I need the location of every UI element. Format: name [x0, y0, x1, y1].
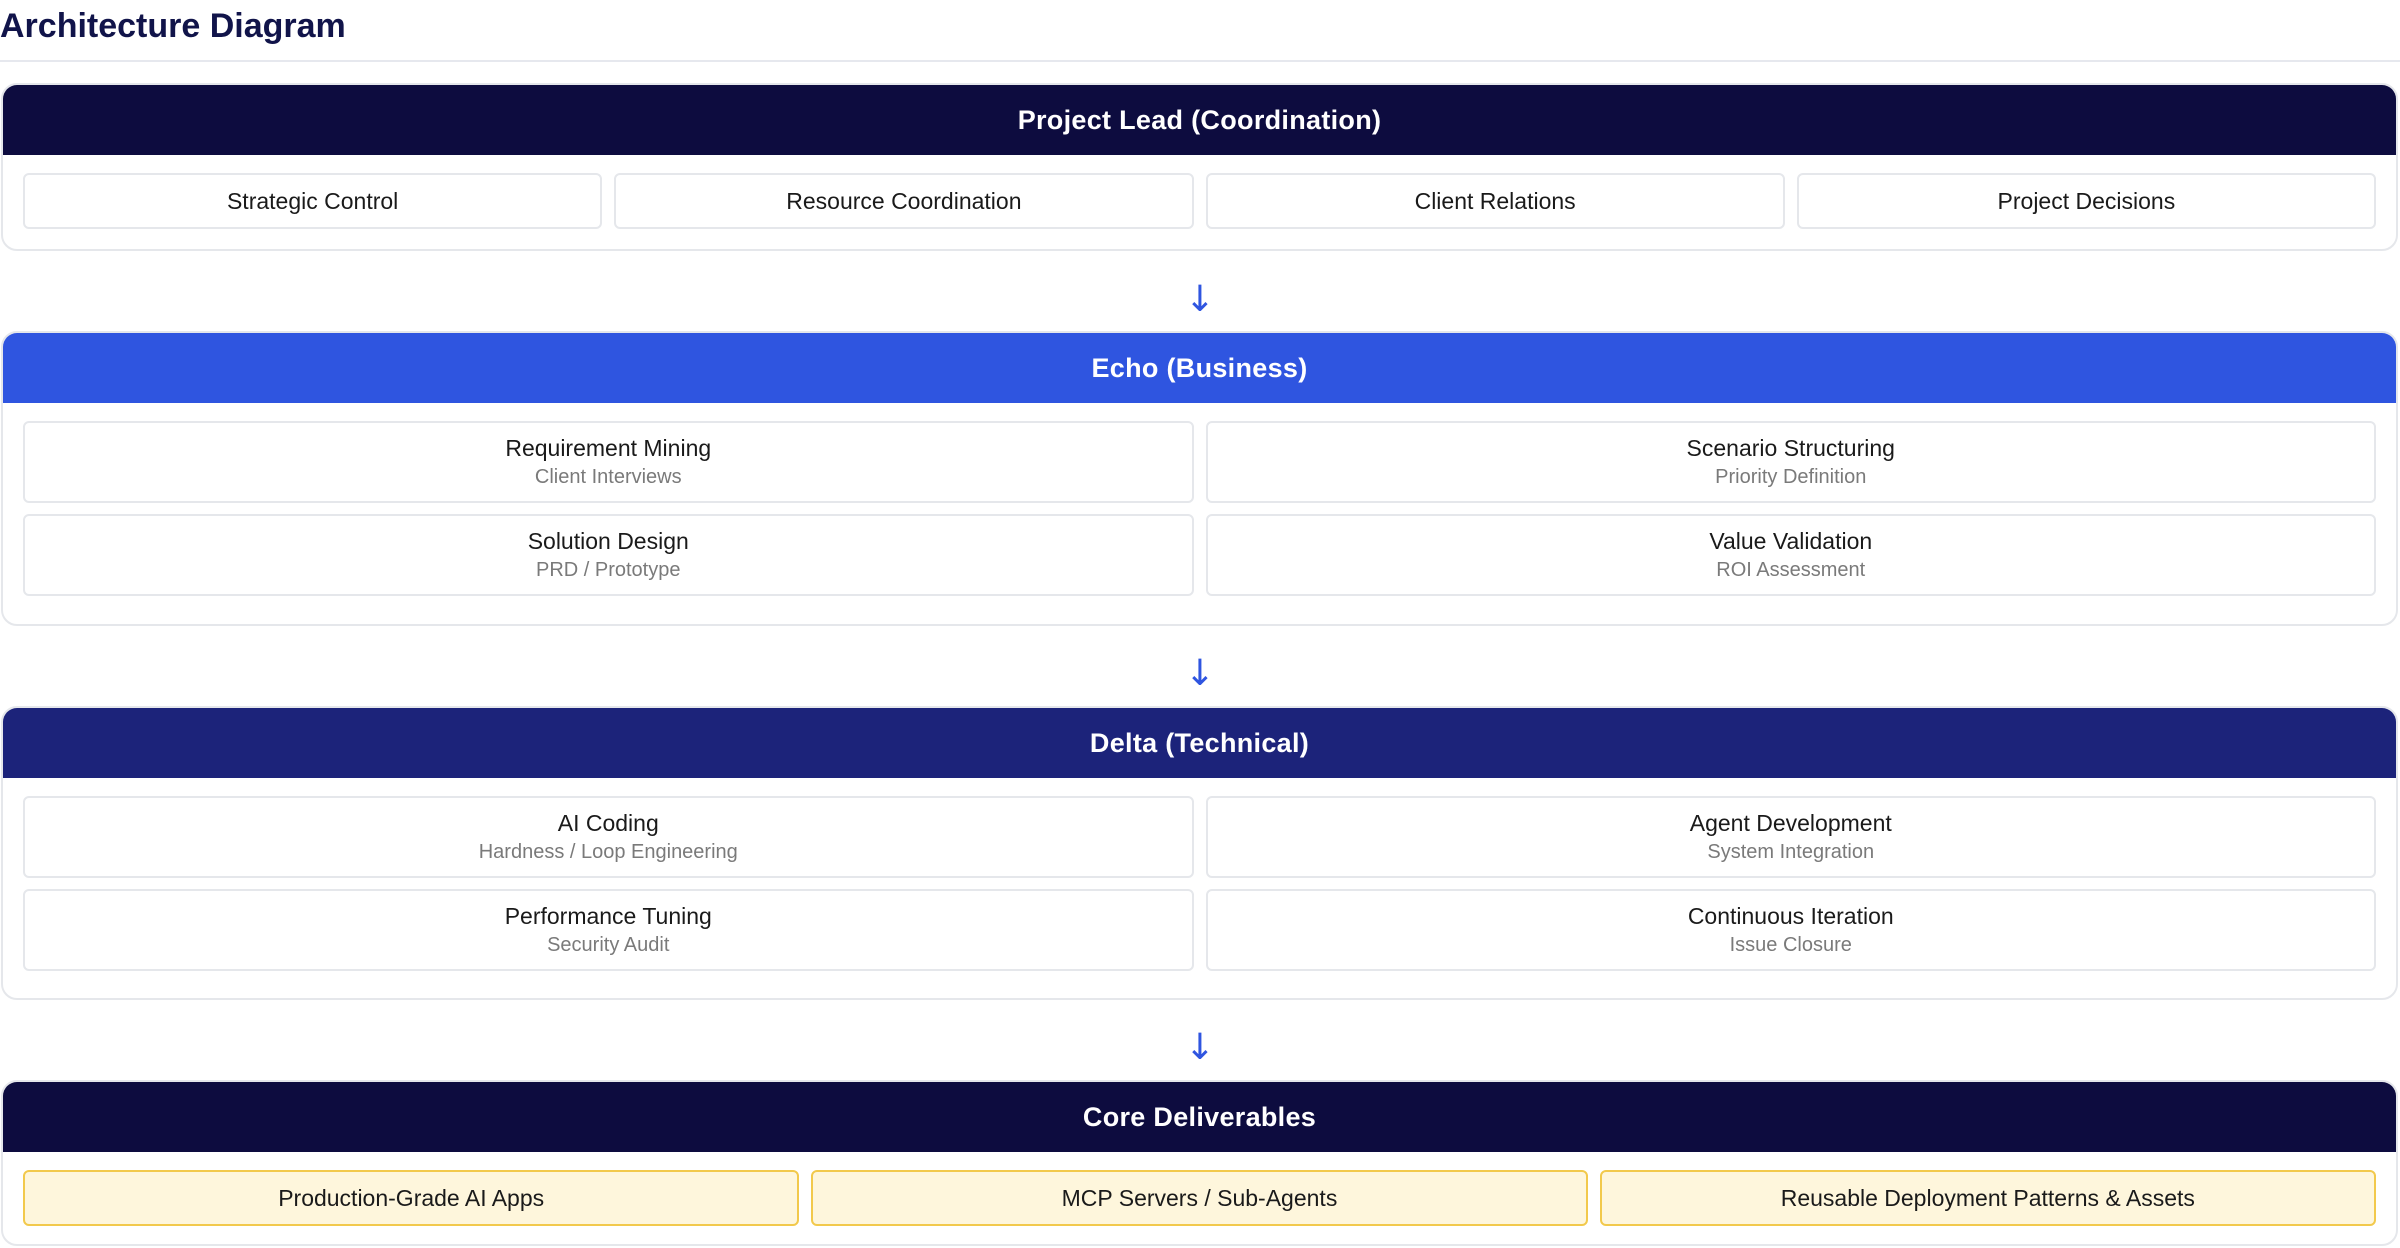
coordination-item-resource-coordination: Resource Coordination — [614, 173, 1194, 229]
flow-arrow-down-icon: ↓ — [1184, 653, 1216, 694]
layer-coordination-header: Project Lead (Coordination) — [3, 85, 2396, 155]
coordination-item-client-relations: Client Relations — [1205, 173, 1785, 229]
technical-item-continuous-iteration: Continuous Iteration Issue Closure — [1205, 889, 2376, 971]
business-item-title: Scenario Structuring — [1686, 435, 1895, 461]
layer-technical-header: Delta (Technical) — [3, 708, 2396, 778]
business-item-scenario-structuring: Scenario Structuring Priority Definition — [1205, 421, 2376, 503]
business-item-title: Value Validation — [1709, 528, 1873, 554]
layer-business: Echo (Business) Requirement Mining Clien… — [1, 331, 2398, 626]
business-item-subtitle: Client Interviews — [534, 466, 682, 488]
layer-coordination: Project Lead (Coordination) Strategic Co… — [1, 83, 2398, 251]
coordination-item-project-decisions: Project Decisions — [1796, 173, 2376, 229]
business-item-subtitle: PRD / Prototype — [535, 559, 681, 581]
business-item-subtitle: Priority Definition — [1715, 466, 1867, 488]
technical-item-title: Continuous Iteration — [1687, 903, 1894, 929]
technical-item-subtitle: Hardness / Loop Engineering — [478, 841, 738, 863]
layer-technical: Delta (Technical) AI Coding Hardness / L… — [1, 706, 2398, 1000]
technical-item-title: Performance Tuning — [504, 903, 712, 929]
technical-item-agent-development: Agent Development System Integration — [1205, 796, 2376, 878]
title-divider — [0, 60, 2400, 62]
coordination-item-strategic-control: Strategic Control — [23, 173, 603, 229]
deliverable-mcp-servers-sub-agents: MCP Servers / Sub-Agents — [811, 1170, 1588, 1226]
business-item-subtitle: ROI Assessment — [1716, 559, 1866, 581]
page-title: Architecture Diagram — [0, 7, 346, 45]
technical-item-title: Agent Development — [1689, 810, 1892, 836]
technical-item-subtitle: Issue Closure — [1729, 934, 1852, 956]
technical-item-subtitle: Security Audit — [547, 934, 670, 956]
business-item-requirement-mining: Requirement Mining Client Interviews — [23, 421, 1194, 503]
technical-item-ai-coding: AI Coding Hardness / Loop Engineering — [23, 796, 1194, 878]
flow-arrow-down-icon: ↓ — [1184, 279, 1216, 320]
technical-item-title: AI Coding — [557, 810, 659, 836]
business-item-solution-design: Solution Design PRD / Prototype — [23, 514, 1194, 596]
deliverable-production-grade-ai-apps: Production-Grade AI Apps — [23, 1170, 800, 1226]
layer-deliverables: Core Deliverables Production-Grade AI Ap… — [1, 1080, 2398, 1246]
business-item-title: Requirement Mining — [505, 435, 712, 461]
business-item-value-validation: Value Validation ROI Assessment — [1205, 514, 2376, 596]
layer-deliverables-header: Core Deliverables — [3, 1082, 2396, 1152]
technical-item-performance-tuning: Performance Tuning Security Audit — [23, 889, 1194, 971]
deliverable-reusable-deployment-patterns: Reusable Deployment Patterns & Assets — [1599, 1170, 2376, 1226]
business-item-title: Solution Design — [527, 528, 689, 554]
flow-arrow-down-icon: ↓ — [1184, 1027, 1216, 1068]
technical-item-subtitle: System Integration — [1707, 841, 1875, 863]
layer-business-header: Echo (Business) — [3, 333, 2396, 403]
